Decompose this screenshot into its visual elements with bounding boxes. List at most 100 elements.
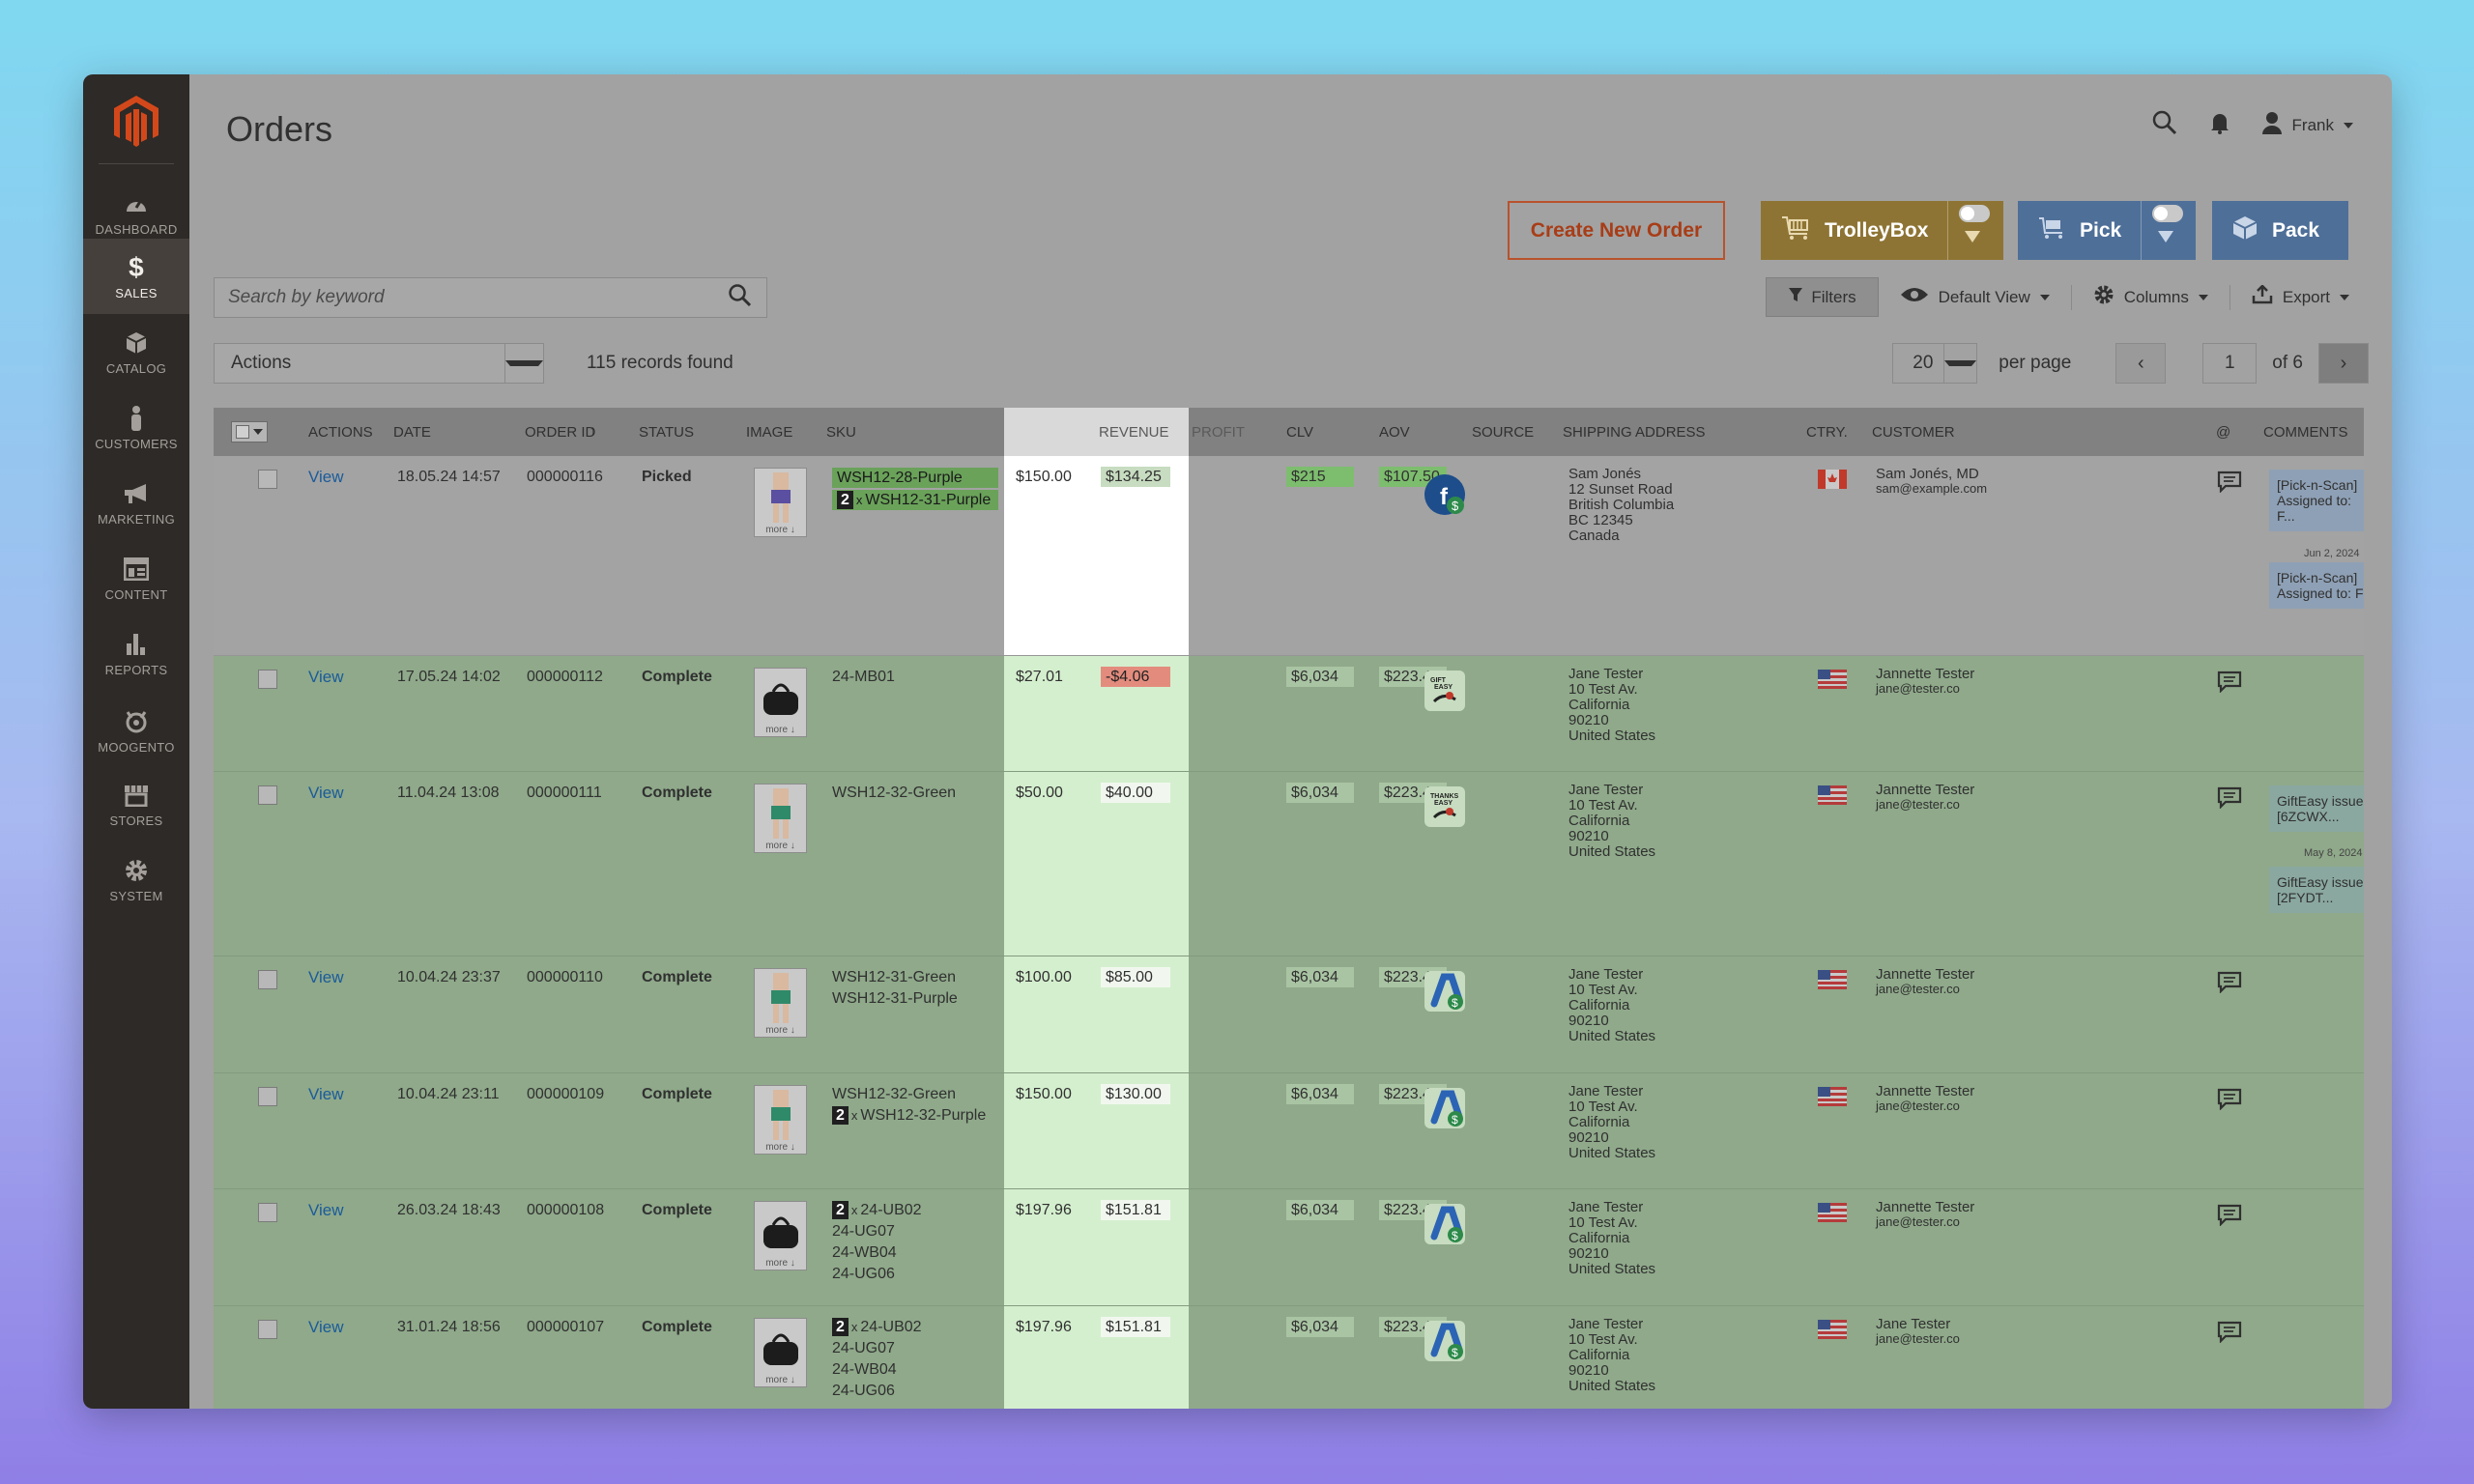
sidebar-item-moogento[interactable]: Moogento [83,693,189,768]
customer-email[interactable]: jane@tester.co [1876,681,1974,696]
more-link[interactable]: more ↓ [765,525,795,535]
pick-toggle[interactable] [2152,205,2184,222]
order-comment[interactable]: [Pick-n-Scan] Assigned to: F... [2269,470,2364,531]
more-link[interactable]: more ↓ [765,1375,795,1385]
view-order-link[interactable]: View [308,1319,344,1335]
table-row[interactable]: View 10.04.24 23:11 000000109 Complete more … [214,1073,2364,1189]
col-source[interactable]: Source [1472,424,1534,441]
notifications-bell-icon[interactable] [2209,111,2230,139]
sidebar-item-catalog[interactable]: Catalog [83,314,189,389]
comment-bubble-icon[interactable] [2216,670,2243,693]
row-checkbox[interactable] [258,470,277,489]
product-thumbnail[interactable]: more ↓ [754,1201,807,1270]
col-country[interactable]: Ctry. [1806,424,1848,441]
magento-logo-icon[interactable] [108,92,164,152]
sidebar-item-sales[interactable]: $ Sales [83,239,189,314]
view-order-link[interactable]: View [308,1086,344,1102]
table-row[interactable]: View 31.01.24 18:56 000000107 Complete more … [214,1306,2364,1409]
product-thumbnail[interactable]: more ↓ [754,668,807,737]
customer-email[interactable]: sam@example.com [1876,481,1987,496]
sidebar-item-content[interactable]: Content [83,540,189,615]
row-checkbox[interactable] [258,970,277,989]
prev-page-button[interactable]: ‹ [2115,343,2167,384]
table-row[interactable]: View 10.04.24 23:37 000000110 Complete more … [214,956,2364,1073]
select-all-checkbox[interactable] [231,421,268,442]
row-checkbox[interactable] [258,785,277,805]
comment-bubble-icon[interactable] [2216,1203,2243,1226]
product-thumbnail[interactable]: more ↓ [754,968,807,1038]
order-comment[interactable]: GiftEasy issued store cr [6ZCWX... [2269,785,2364,832]
trolleybox-toggle[interactable] [1959,205,1991,222]
comment-bubble-icon[interactable] [2216,1087,2243,1110]
more-link[interactable]: more ↓ [765,1258,795,1269]
table-row[interactable]: View 26.03.24 18:43 000000108 Complete more … [214,1189,2364,1306]
col-aov[interactable]: AOV [1379,424,1410,441]
col-comments[interactable]: Comments [2263,424,2348,441]
trolleybox-dropdown[interactable] [1947,201,1996,260]
col-customer[interactable]: Customer [1872,424,1955,441]
pick-dropdown[interactable] [2141,201,2189,260]
customer-email[interactable]: jane@tester.co [1876,982,1974,996]
product-thumbnail[interactable]: more ↓ [754,468,807,537]
more-link[interactable]: more ↓ [765,1142,795,1153]
pick-button[interactable]: Pick [2018,201,2196,260]
more-link[interactable]: more ↓ [765,1025,795,1036]
view-order-link[interactable]: View [308,969,344,985]
col-revenue[interactable]: Revenue [1099,424,1169,441]
view-order-link[interactable]: View [308,1202,344,1218]
row-checkbox[interactable] [258,1203,277,1222]
filters-button[interactable]: Filters [1766,277,1879,317]
checkbox[interactable] [236,425,249,439]
product-thumbnail[interactable]: more ↓ [754,784,807,853]
row-checkbox[interactable] [258,670,277,689]
col-profit[interactable]: Profit [1192,424,1245,441]
comment-bubble-icon[interactable] [2216,1320,2243,1343]
search-input[interactable] [228,287,728,308]
col-status[interactable]: Status [639,424,694,441]
next-page-button[interactable]: › [2318,343,2369,384]
customer-email[interactable]: jane@tester.co [1876,1331,1960,1346]
pack-button[interactable]: Pack [2212,201,2348,260]
col-date[interactable]: Date [393,424,431,441]
page-number-input[interactable]: 1 [2202,343,2258,384]
customer-email[interactable]: jane@tester.co [1876,797,1974,812]
col-shipping-address[interactable]: Shipping Address [1563,424,1706,441]
col-order-id[interactable]: Order ID [525,424,595,441]
row-checkbox[interactable] [258,1087,277,1106]
col-image[interactable]: Image [746,424,792,441]
table-row[interactable]: View 17.05.24 14:02 000000112 Complete more … [214,656,2364,772]
export-button[interactable]: Export [2252,284,2349,309]
table-row[interactable]: View 18.05.24 14:57 000000116 Picked more ↓ W… [214,456,2364,656]
user-menu[interactable]: Frank [2261,111,2353,139]
col-at[interactable]: @ [2216,424,2230,441]
columns-button[interactable]: Columns [2093,284,2208,310]
mass-actions-select[interactable]: Actions [214,343,544,384]
col-clv[interactable]: CLV [1286,424,1313,441]
per-page-select[interactable]: 20 [1892,343,1978,384]
view-order-link[interactable]: View [308,669,344,685]
more-link[interactable]: more ↓ [765,725,795,735]
comment-bubble-icon[interactable] [2216,970,2243,993]
more-link[interactable]: more ↓ [765,841,795,851]
product-thumbnail[interactable]: more ↓ [754,1085,807,1155]
customer-email[interactable]: jane@tester.co [1876,1099,1974,1113]
trolleybox-button[interactable]: TrolleyBox [1761,201,2003,260]
comment-bubble-icon[interactable] [2216,785,2243,809]
row-checkbox[interactable] [258,1320,277,1339]
sidebar-item-customers[interactable]: Customers [83,389,189,465]
view-order-link[interactable]: View [308,469,344,485]
order-comment[interactable]: [Pick-n-Scan] Assigned to: Frank [2269,562,2364,609]
sidebar-item-stores[interactable]: Stores [83,766,189,842]
view-order-link[interactable]: View [308,785,344,801]
view-switcher[interactable]: Default View [1900,286,2050,308]
search-icon[interactable] [728,283,753,313]
col-sku[interactable]: SKU [826,424,856,441]
order-comment[interactable]: GiftEasy issued store cr [2FYDT... [2269,867,2364,913]
table-row[interactable]: View 11.04.24 13:08 000000111 Complete more … [214,772,2364,956]
search-icon[interactable] [2151,109,2178,141]
sidebar-item-reports[interactable]: Reports [83,615,189,691]
customer-email[interactable]: jane@tester.co [1876,1214,1974,1229]
sidebar-item-marketing[interactable]: Marketing [83,465,189,540]
col-actions[interactable]: Actions [308,424,373,441]
create-new-order-button[interactable]: Create New Order [1508,201,1725,260]
